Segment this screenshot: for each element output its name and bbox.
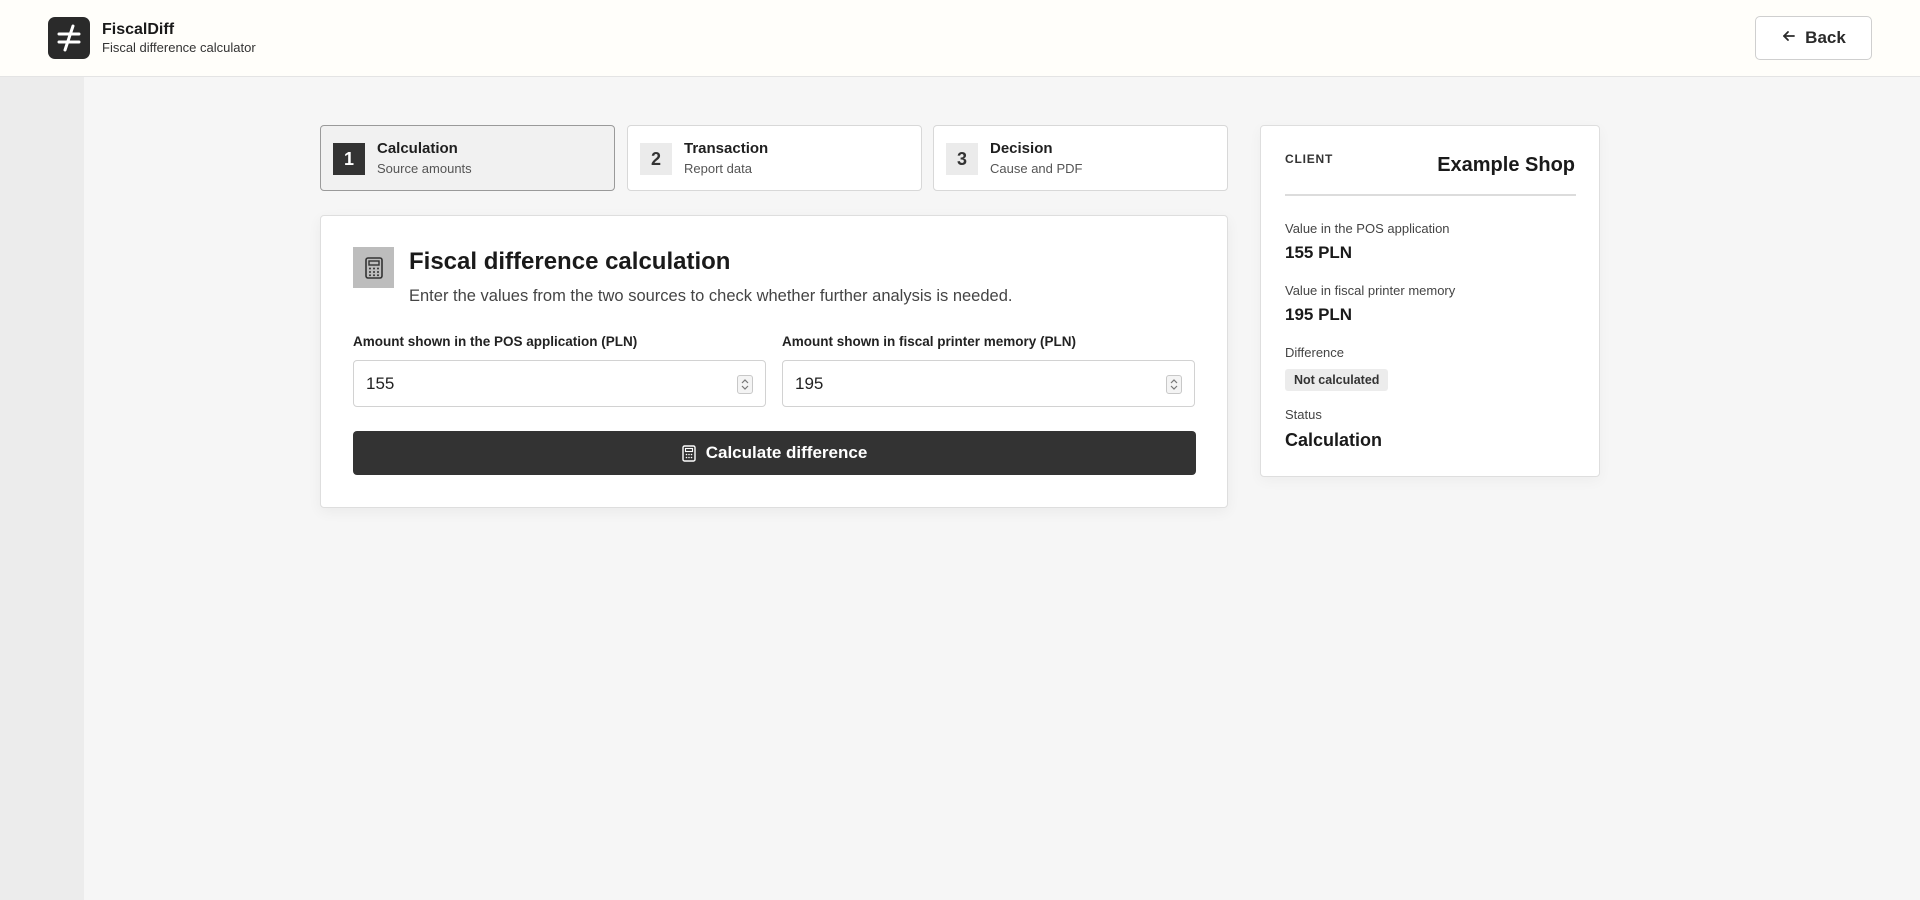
back-button-label: Back	[1805, 28, 1846, 47]
step-title: Calculation	[377, 140, 458, 157]
step-decision[interactable]: 3 Decision Cause and PDF	[933, 125, 1228, 191]
printer-amount-input[interactable]: 195	[782, 360, 1195, 407]
step-calculation[interactable]: 1 Calculation Source amounts	[320, 125, 615, 191]
left-rail	[0, 77, 84, 900]
pos-amount-input[interactable]: 155	[353, 360, 766, 407]
app-name: FiscalDiff	[102, 21, 175, 38]
printer-amount-label: Amount shown in fiscal printer memory (P…	[782, 334, 1077, 349]
step-number: 2	[640, 143, 672, 175]
printer-amount-value: 195	[795, 374, 824, 393]
calculate-button-label: Calculate difference	[705, 443, 868, 462]
client-summary-card: CLIENT Example Shop Value in the POS app…	[1260, 125, 1600, 477]
card-description: Enter the values from the two sources to…	[409, 287, 1013, 305]
not-equal-icon	[48, 17, 90, 59]
pos-amount-label: Amount shown in the POS application (PLN…	[353, 334, 638, 349]
app-subtitle: Fiscal difference calculator	[102, 40, 256, 55]
calculator-icon	[353, 247, 394, 288]
step-title: Transaction	[684, 140, 769, 157]
status-label: Status	[1285, 407, 1322, 422]
difference-status-badge: Not calculated	[1285, 369, 1389, 391]
arrow-left-icon	[1781, 28, 1797, 49]
client-label: CLIENT	[1285, 152, 1334, 166]
number-stepper-icon[interactable]	[737, 375, 753, 394]
back-button[interactable]: Back	[1755, 16, 1872, 60]
pos-amount-value: 155	[366, 374, 395, 393]
number-stepper-icon[interactable]	[1166, 375, 1182, 394]
client-name: Example Shop	[1437, 154, 1575, 176]
step-title: Decision	[990, 140, 1053, 157]
printer-value: 195 PLN	[1285, 305, 1353, 324]
step-number: 1	[333, 143, 365, 175]
difference-label: Difference	[1285, 345, 1345, 360]
card-title: Fiscal difference calculation	[409, 248, 731, 275]
top-bar: FiscalDiff Fiscal difference calculator …	[0, 0, 1920, 77]
step-subtitle: Report data	[684, 161, 752, 176]
step-transaction[interactable]: 2 Transaction Report data	[627, 125, 922, 191]
calculate-difference-button[interactable]: Calculate difference	[353, 431, 1196, 475]
step-subtitle: Source amounts	[377, 161, 472, 176]
calculator-icon	[682, 444, 696, 462]
step-number: 3	[946, 143, 978, 175]
pos-value: 155 PLN	[1285, 243, 1353, 262]
calculation-card: Fiscal difference calculation Enter the …	[320, 215, 1228, 508]
pos-value-label: Value in the POS application	[1285, 221, 1450, 236]
step-subtitle: Cause and PDF	[990, 161, 1083, 176]
printer-value-label: Value in fiscal printer memory	[1285, 283, 1456, 298]
divider	[1285, 194, 1576, 196]
status-value: Calculation	[1285, 430, 1383, 450]
